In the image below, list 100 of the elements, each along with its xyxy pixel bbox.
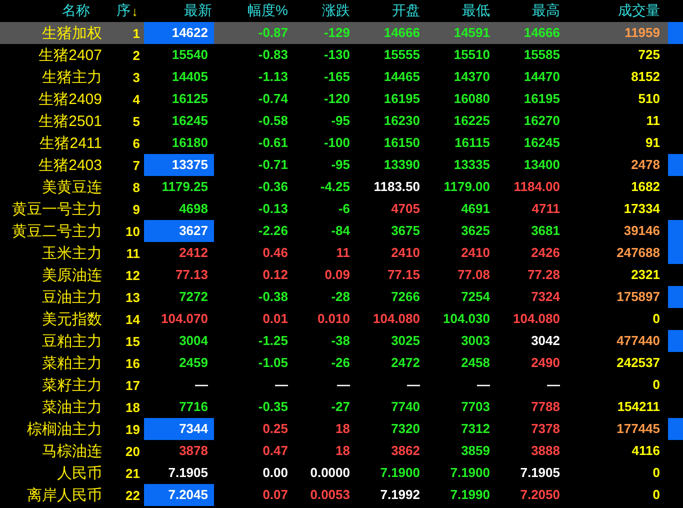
column-header[interactable]: 最新 [144, 2, 214, 20]
row-number: 20 [124, 444, 141, 458]
quote-value: 1183.50 [374, 179, 420, 195]
quote-value: -0.83 [258, 47, 288, 63]
quote-value: 17334 [624, 201, 660, 217]
column-header[interactable]: 幅度% [214, 2, 290, 20]
column-header[interactable]: 最低 [422, 2, 492, 20]
quote-value: 77.15 [387, 267, 420, 283]
quote-value: 13390 [384, 157, 420, 173]
instrument-name: 生猪主力 [41, 68, 102, 86]
quote-value: 14470 [524, 69, 560, 85]
quote-value: 7716 [179, 399, 208, 415]
quote-value: — [195, 377, 208, 393]
instrument-name: 黄豆二号主力 [11, 222, 102, 240]
row-number: 11 [125, 246, 141, 260]
row-number: 12 [124, 268, 141, 282]
row-number: 21 [124, 466, 141, 480]
quote-value: — [477, 377, 490, 393]
quote-value: — [407, 377, 420, 393]
quote-value: 16270 [524, 113, 560, 129]
quote-value: -0.35 [258, 399, 288, 415]
quote-value: 0 [652, 487, 660, 503]
quote-value: 2459 [179, 355, 208, 371]
quote-value: 0.01 [262, 311, 288, 327]
quote-value: — [337, 377, 350, 393]
quote-value: 2426 [531, 245, 560, 261]
instrument-name: 菜粕主力 [41, 354, 102, 372]
quote-value: 77.13 [175, 267, 208, 283]
quote-value: 1179.25 [162, 179, 208, 195]
quote-value: 104.080 [513, 311, 560, 327]
instrument-name: 玉米主力 [41, 244, 102, 262]
quote-value: 4705 [391, 201, 420, 217]
quote-value: 7344 [179, 421, 208, 437]
quote-value: 4698 [179, 201, 208, 217]
row-number: 17 [124, 378, 141, 392]
row-number: 18 [124, 400, 141, 414]
instrument-name: 离岸人民币 [26, 486, 102, 504]
quote-value: 0 [652, 311, 660, 327]
quote-value: 725 [638, 47, 660, 63]
quote-value: 18 [336, 443, 350, 459]
quote-value: — [547, 377, 560, 393]
row-number: 22 [124, 488, 141, 502]
quote-value: -0.13 [258, 201, 288, 217]
row-number: 15 [124, 334, 141, 348]
column-header[interactable]: 名称 [0, 2, 102, 20]
row-number: 4 [132, 92, 141, 106]
quote-value: 2410 [461, 245, 490, 261]
quote-value: 3625 [461, 223, 490, 239]
row-number: 16 [124, 356, 141, 370]
quote-value: 0.07 [262, 487, 288, 503]
quote-value: 510 [638, 91, 660, 107]
quote-value: 11 [646, 113, 660, 129]
column-header[interactable]: 开盘 [352, 2, 422, 20]
sort-arrow[interactable]: ↓ [132, 4, 138, 18]
quote-value: 13335 [454, 157, 490, 173]
quote-value: 4116 [632, 443, 660, 459]
quote-value: -165 [324, 69, 350, 85]
row-number: 8 [132, 180, 141, 194]
quote-value: 7.1905 [520, 465, 560, 481]
quote-value: -2.26 [258, 223, 288, 239]
quote-value: 14465 [384, 69, 420, 85]
quote-value: 1682 [631, 179, 660, 195]
row-number: 5 [132, 114, 141, 128]
column-header[interactable]: 序 [116, 2, 130, 20]
instrument-name: 美元指数 [41, 310, 102, 328]
quote-value: 39146 [624, 223, 660, 239]
quote-value: 3675 [391, 223, 420, 239]
quote-value: 3003 [461, 333, 490, 349]
row-number: 6 [132, 136, 141, 150]
quote-value: 7378 [531, 421, 560, 437]
quote-value: 7.1905 [168, 465, 208, 481]
row-number: 7 [132, 158, 141, 172]
quote-value: 14622 [172, 25, 208, 41]
quote-value: 242537 [616, 355, 660, 371]
quote-value: 7266 [391, 289, 420, 305]
quote-value: 3862 [391, 443, 420, 459]
quote-value: 16195 [384, 91, 420, 107]
column-header[interactable]: 最高 [492, 2, 562, 20]
column-header[interactable]: 涨跌 [290, 2, 352, 20]
row-number: 9 [132, 202, 141, 216]
quote-value: 2321 [631, 267, 660, 283]
quote-value: -0.36 [258, 179, 288, 195]
quote-value: 104.070 [161, 311, 208, 327]
quote-value: 14370 [454, 69, 490, 85]
quote-value: -95 [331, 157, 350, 173]
column-header[interactable]: 成交量 [562, 2, 662, 20]
quote-value: 13400 [524, 157, 560, 173]
quote-value: 2472 [391, 355, 420, 371]
quote-value: 16245 [172, 113, 208, 129]
quote-value: — [275, 377, 288, 393]
quote-value: 3004 [179, 333, 208, 349]
quote-value: 18 [336, 421, 350, 437]
quote-value: 15510 [454, 47, 490, 63]
quote-value: 14666 [524, 25, 560, 41]
quote-value: 16230 [384, 113, 420, 129]
quote-value: 7.1992 [380, 487, 420, 503]
quote-value: 7324 [531, 289, 560, 305]
quote-value: 7703 [461, 399, 490, 415]
quote-row[interactable]: 生猪加权 1 14622 -0.87 -129 14666 14591 14666 11959 [0, 22, 683, 44]
quote-value: 2458 [461, 355, 490, 371]
